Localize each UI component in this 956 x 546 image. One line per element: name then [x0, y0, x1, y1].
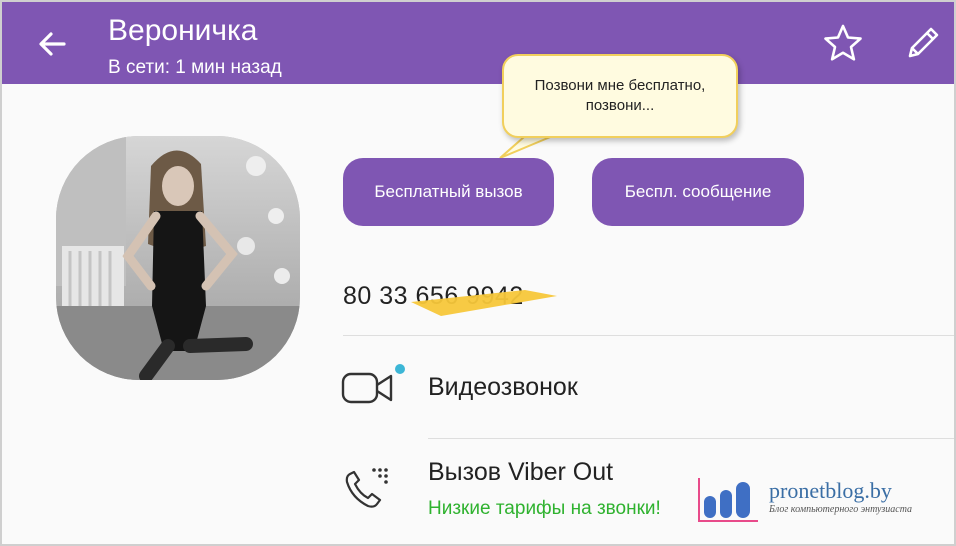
online-status: В сети: 1 мин назад — [108, 57, 282, 78]
speech-callout: Позвони мне бесплатно, позвони... — [502, 54, 738, 138]
free-call-label: Бесплатный вызов — [374, 182, 523, 201]
divider — [428, 438, 954, 439]
video-camera-icon — [341, 372, 393, 404]
pencil-icon — [908, 27, 939, 58]
divider — [343, 335, 954, 336]
viber-out-sublabel: Низкие тарифы на звонки! — [428, 498, 661, 519]
viber-out-row-icon[interactable] — [342, 464, 392, 512]
free-call-button[interactable]: Бесплатный вызов — [343, 158, 554, 226]
edit-button[interactable] — [902, 22, 944, 64]
watermark-site: pronetblog.by — [769, 478, 892, 503]
video-call-label[interactable]: Видеозвонок — [428, 373, 578, 402]
back-button[interactable] — [32, 24, 72, 64]
watermark-tagline: Блог компьютерного энтузиаста — [769, 504, 913, 515]
header-bar: Вероничка В сети: 1 мин назад — [2, 2, 954, 84]
arrow-left-icon — [39, 32, 66, 56]
site-logo-icon — [698, 478, 758, 522]
new-feature-dot — [395, 364, 405, 374]
free-message-label: Беспл. сообщение — [624, 182, 772, 201]
app-window: Вероничка В сети: 1 мин назад Позвони мн… — [0, 0, 956, 546]
favorite-button[interactable] — [822, 22, 864, 64]
contact-name: Вероничка — [108, 14, 258, 47]
free-message-button[interactable]: Беспл. сообщение — [592, 158, 804, 226]
avatar-photo — [56, 136, 300, 380]
callout-text: Позвони мне бесплатно, позвони... — [534, 77, 706, 114]
viber-out-label[interactable]: Вызов Viber Out — [428, 458, 613, 487]
phone-dialpad-icon — [345, 468, 388, 508]
video-call-row-icon[interactable] — [340, 368, 396, 408]
phone-redaction-mark — [411, 290, 557, 316]
star-icon — [824, 24, 862, 61]
contact-avatar[interactable] — [56, 136, 300, 380]
